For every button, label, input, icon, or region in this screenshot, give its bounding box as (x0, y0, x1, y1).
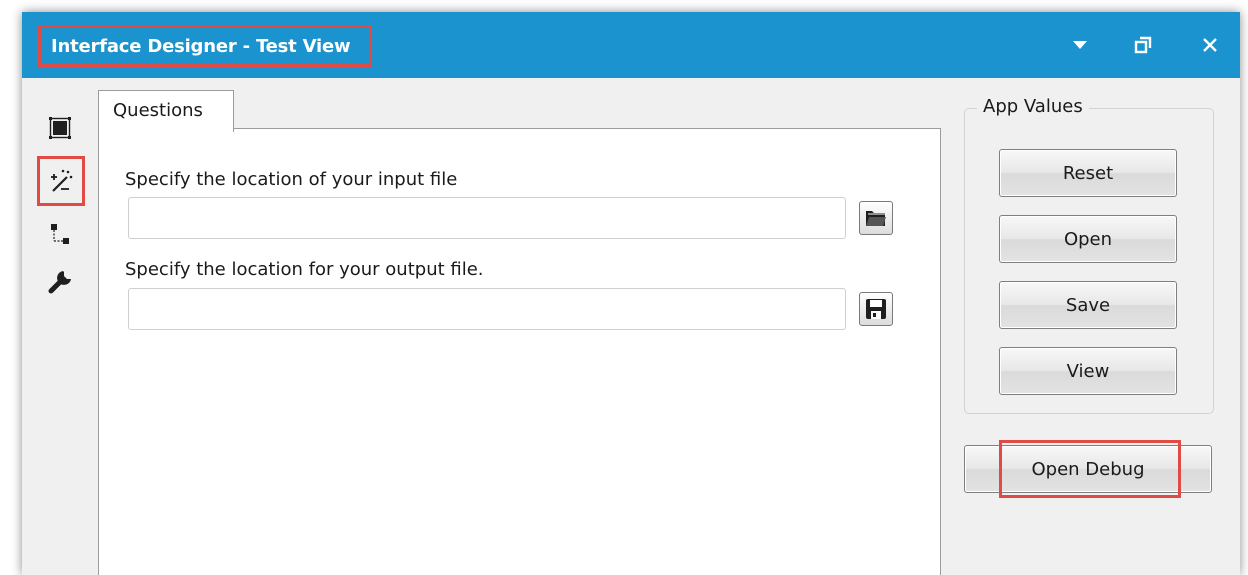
input-file-label: Specify the location of your input file (125, 169, 458, 190)
title-bar: Interface Designer - Test View (22, 12, 1240, 78)
open-debug-label: Open Debug (1031, 458, 1145, 480)
view-button[interactable]: View (999, 347, 1177, 395)
save-disk-icon[interactable] (859, 292, 893, 326)
open-folder-icon[interactable] (859, 201, 893, 235)
restore-window-icon[interactable] (1128, 32, 1158, 58)
title-highlight: Interface Designer - Test View (38, 25, 372, 67)
open-debug-button[interactable]: Open Debug (964, 440, 1212, 498)
magic-wand-icon[interactable] (37, 156, 85, 206)
window-title: Interface Designer - Test View (51, 35, 351, 57)
open-button[interactable]: Open (999, 215, 1177, 263)
layout-icon[interactable] (42, 110, 78, 146)
tab-questions[interactable]: Questions (98, 90, 234, 132)
side-toolbar (22, 78, 98, 575)
tree-connector-icon[interactable] (42, 216, 78, 252)
input-file-field[interactable] (128, 197, 846, 239)
output-file-label: Specify the location for your output fil… (125, 259, 484, 280)
output-file-field[interactable] (128, 288, 846, 330)
tab-questions-label: Questions (113, 100, 203, 121)
app-values-legend: App Values (977, 96, 1089, 117)
close-icon[interactable] (1195, 32, 1225, 58)
questions-panel: Specify the location of your input file … (98, 128, 941, 575)
dropdown-arrow-icon[interactable] (1065, 32, 1095, 58)
reset-button[interactable]: Reset (999, 149, 1177, 197)
wrench-icon[interactable] (42, 264, 78, 300)
save-button[interactable]: Save (999, 281, 1177, 329)
app-values-group: App Values Reset Open Save View (964, 96, 1214, 414)
interface-designer-window: Interface Designer - Test View Questions… (22, 12, 1240, 575)
